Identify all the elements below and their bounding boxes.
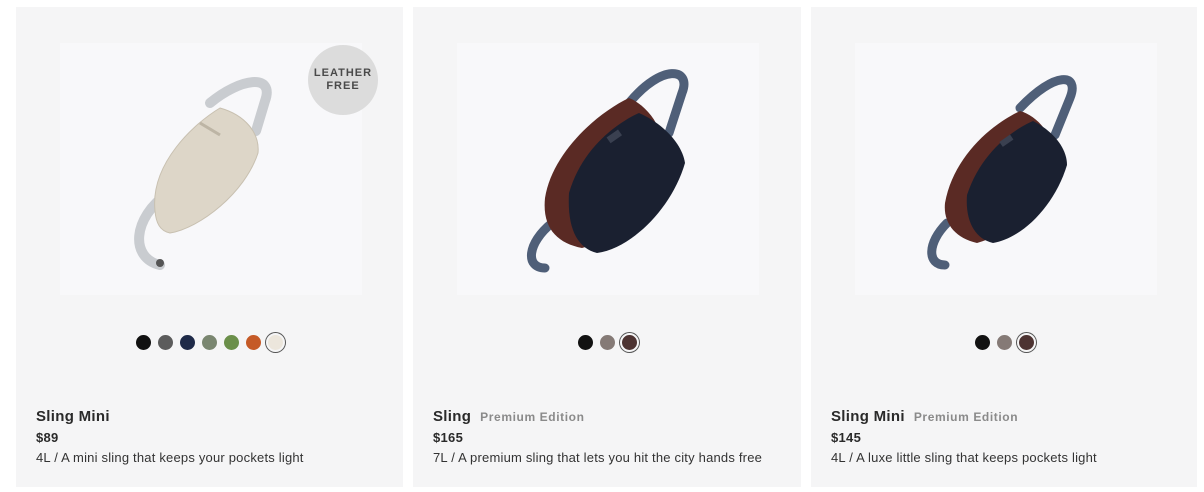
product-edition: Premium Edition — [913, 410, 1019, 424]
product-info: Sling Mini Premium Edition $145 4L / A l… — [831, 408, 1187, 465]
bag-sling-mini-premium-navy-image — [927, 75, 1077, 270]
badge-line-2: FREE — [326, 80, 360, 92]
product-description: 4L / A luxe little sling that keeps pock… — [831, 450, 1097, 465]
product-name[interactable]: Sling — [433, 408, 471, 425]
color-swatch-burgundy[interactable] — [1016, 333, 1036, 352]
product-description: 7L / A premium sling that lets you hit t… — [433, 450, 763, 465]
product-image[interactable] — [855, 43, 1157, 295]
bag-sling-premium-navy-image — [526, 69, 689, 273]
product-card[interactable]: Sling Mini Premium Edition $145 4L / A l… — [811, 7, 1197, 487]
color-swatch-navy[interactable] — [178, 333, 197, 352]
color-swatches — [16, 333, 403, 352]
product-price: $165 — [433, 430, 464, 445]
color-swatches — [811, 333, 1197, 352]
color-swatch-stone[interactable] — [266, 333, 285, 352]
product-card[interactable]: LEATHER FREE Sling Mini $89 4L / A mini … — [16, 7, 403, 487]
color-swatch-green[interactable] — [222, 333, 241, 352]
badge-line-1: LEATHER — [313, 67, 373, 79]
product-grid: LEATHER FREE Sling Mini $89 4L / A mini … — [0, 0, 1204, 492]
color-swatch-sage[interactable] — [200, 333, 219, 352]
product-image[interactable] — [457, 43, 759, 295]
color-swatch-grey[interactable] — [156, 333, 175, 352]
product-name[interactable]: Sling Mini — [36, 408, 110, 425]
product-price: $89 — [36, 430, 59, 445]
product-card[interactable]: Sling Premium Edition $165 7L / A premiu… — [413, 7, 801, 487]
product-price: $145 — [831, 430, 862, 445]
color-swatch-taupe[interactable] — [994, 333, 1014, 352]
leather-free-badge: LEATHER FREE — [308, 45, 378, 115]
product-edition: Premium Edition — [480, 410, 585, 424]
color-swatch-black[interactable] — [134, 333, 153, 352]
color-swatch-taupe[interactable] — [597, 333, 617, 352]
color-swatch-orange[interactable] — [244, 333, 263, 352]
product-description: 4L / A mini sling that keeps your pocket… — [36, 450, 304, 465]
product-info: Sling Premium Edition $165 7L / A premiu… — [433, 408, 791, 465]
product-name[interactable]: Sling Mini — [831, 408, 905, 425]
color-swatches — [413, 333, 801, 352]
color-swatch-burgundy[interactable] — [619, 333, 639, 352]
product-info: Sling Mini $89 4L / A mini sling that ke… — [36, 408, 393, 465]
color-swatch-black[interactable] — [575, 333, 595, 352]
color-swatch-black[interactable] — [972, 333, 992, 352]
